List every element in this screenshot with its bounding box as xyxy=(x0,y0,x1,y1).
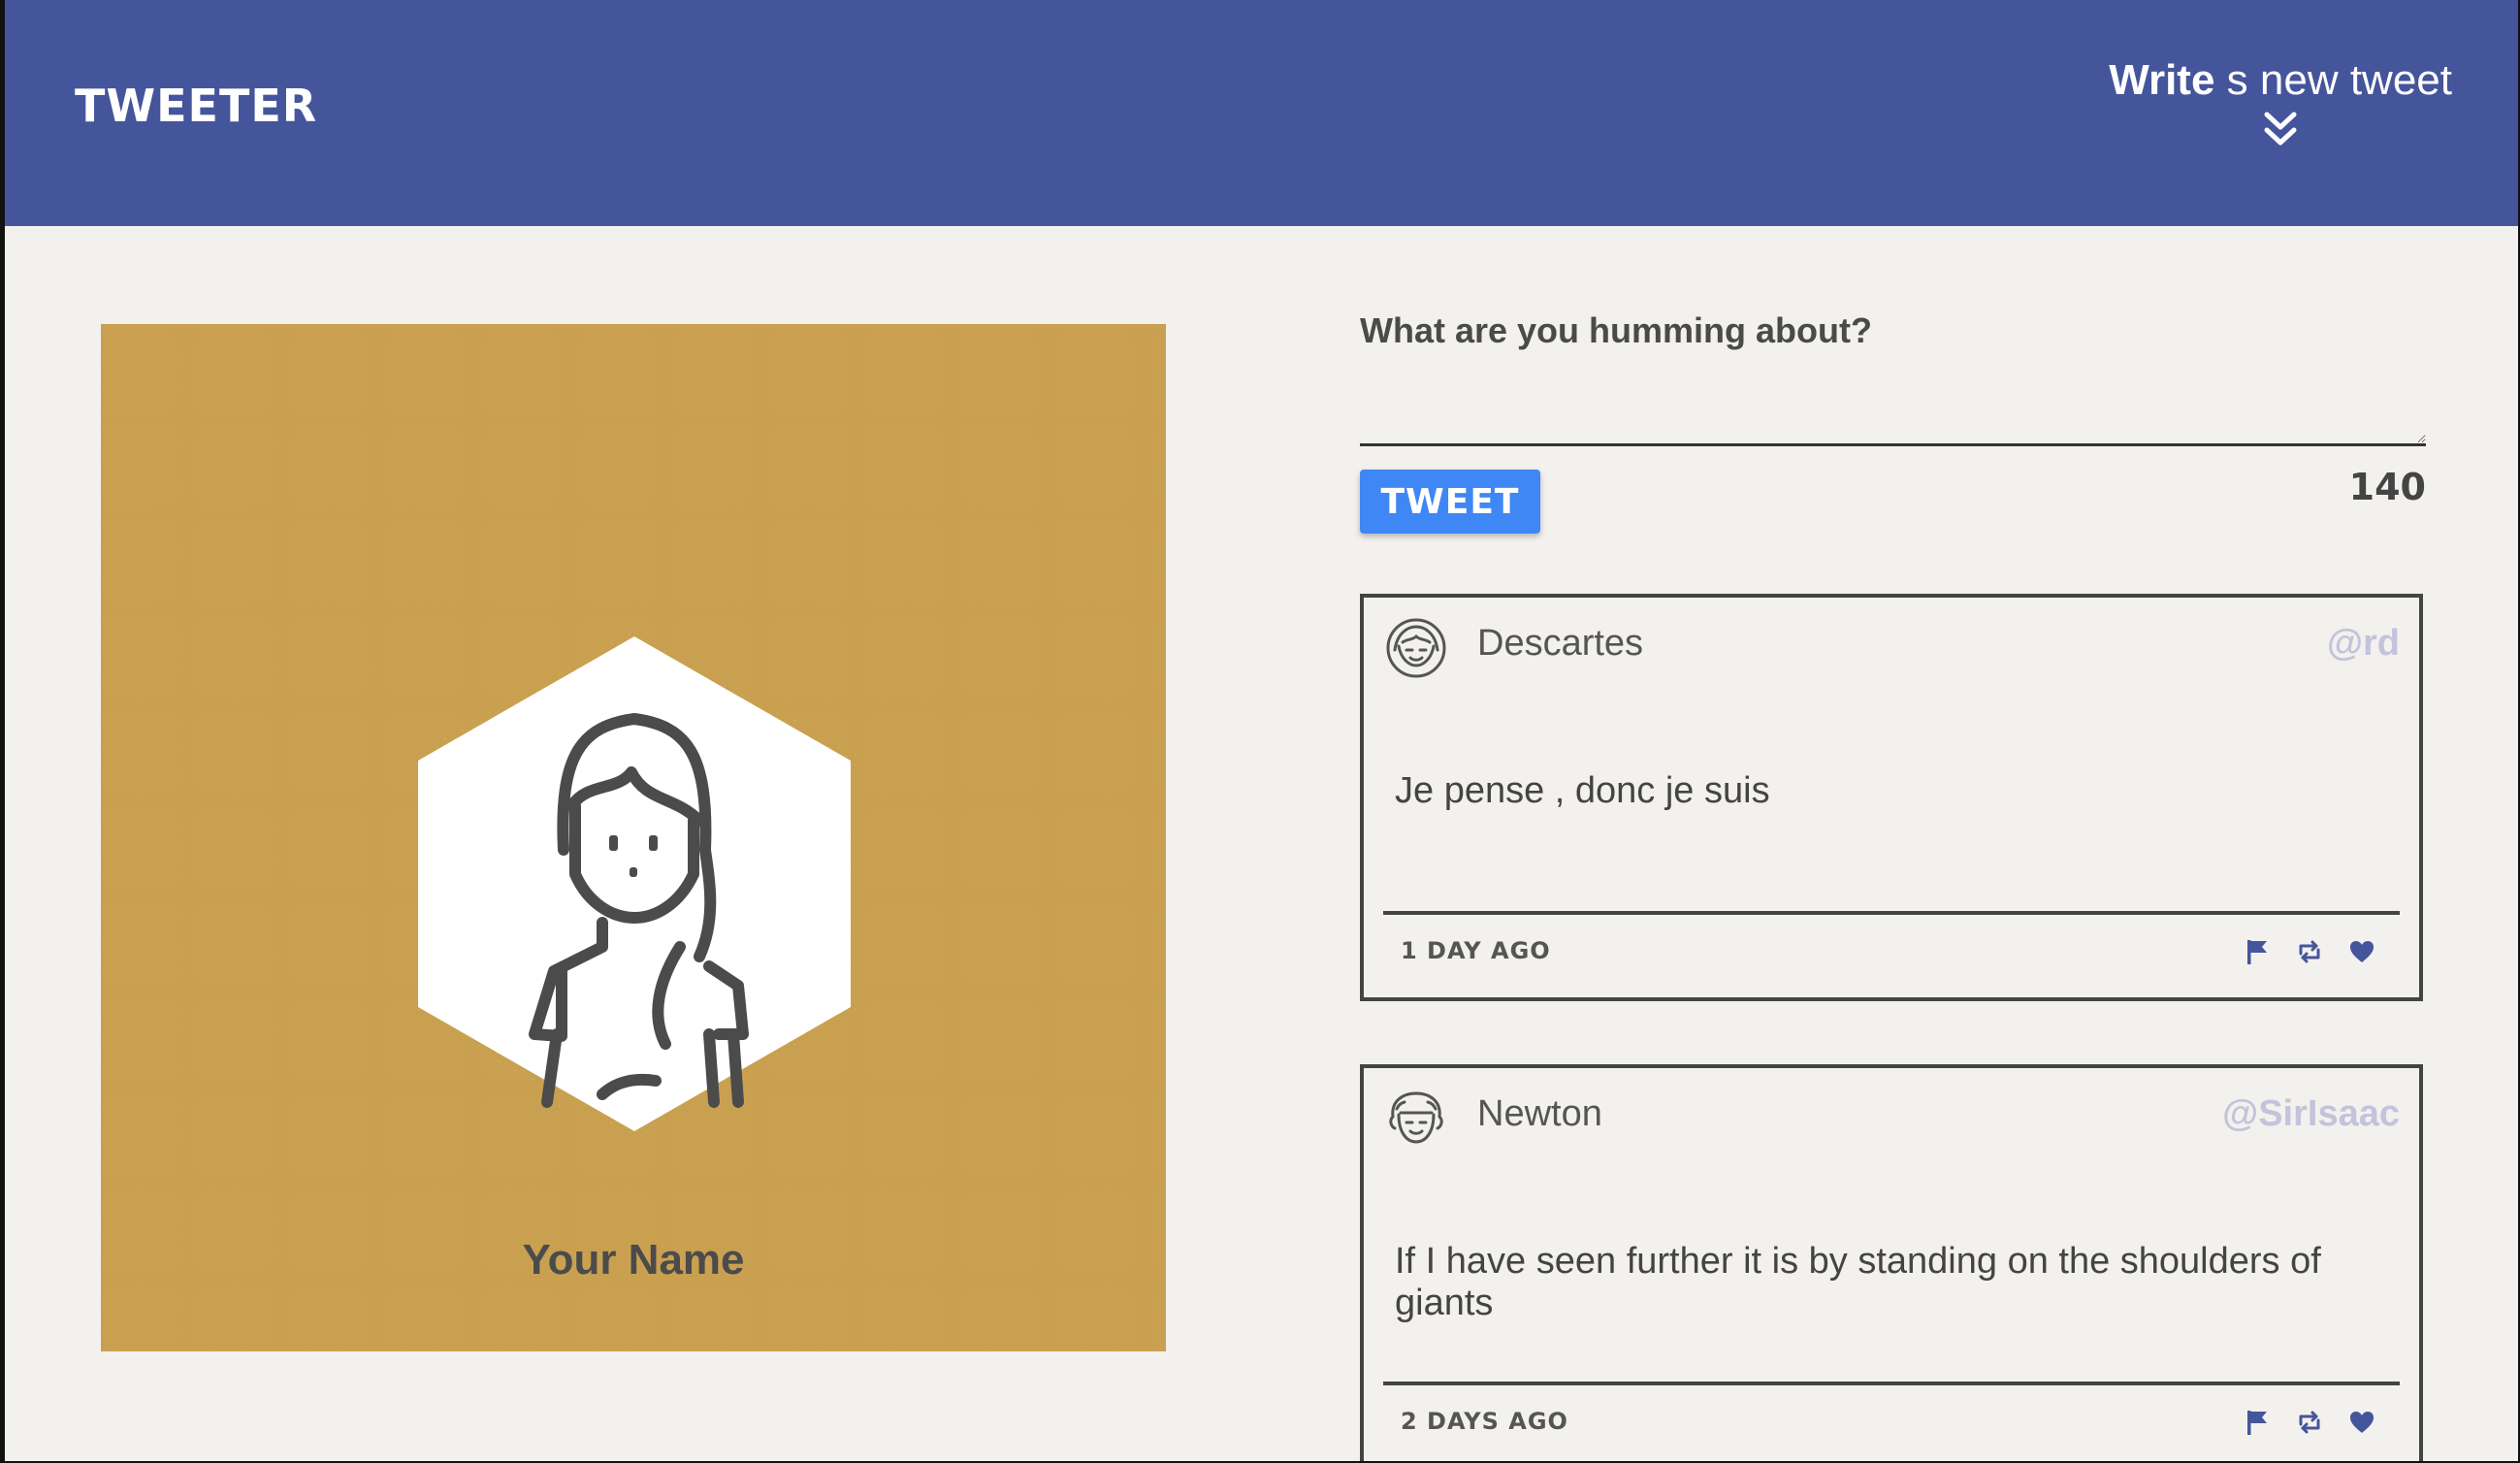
newton-avatar-icon xyxy=(1389,1091,1443,1144)
descartes-avatar-icon xyxy=(1386,618,1446,678)
tweet-divider xyxy=(1383,1382,2400,1385)
tweet-card: Newton @SirIsaac If I have seen further … xyxy=(1360,1064,2423,1461)
profile-card: Your Name xyxy=(101,324,1166,1351)
tweet-author-name: Descartes xyxy=(1477,623,1644,664)
tweet-actions xyxy=(2243,937,2376,966)
heart-icon[interactable] xyxy=(2347,937,2376,966)
flag-icon[interactable] xyxy=(2243,1408,2272,1437)
tweet-author-handle[interactable]: @SirIsaac xyxy=(2222,1093,2400,1135)
flag-icon[interactable] xyxy=(2243,937,2272,966)
tweet-author-handle[interactable]: @rd xyxy=(2327,623,2400,665)
heart-icon[interactable] xyxy=(2347,1408,2376,1437)
tweet-card: Descartes @rd Je pense , donc je suis 1 … xyxy=(1360,594,2423,1001)
char-counter: 140 xyxy=(2348,466,2426,508)
app-frame: TWEETER Write s new tweet Your Name What… xyxy=(5,0,2518,1461)
tweet-text: If I have seen further it is by standing… xyxy=(1395,1241,2321,1323)
tweet-composer: What are you humming about? TWEET 140 xyxy=(1360,310,2426,534)
navbar: TWEETER Write s new tweet xyxy=(5,0,2518,226)
profile-name: Your Name xyxy=(522,1236,745,1284)
tweet-timestamp: 2 days ago xyxy=(1401,1408,1568,1435)
brand-logo[interactable]: TWEETER xyxy=(75,80,317,132)
tweet-input[interactable] xyxy=(1360,369,2426,446)
tweet-button[interactable]: TWEET xyxy=(1360,470,1540,534)
tweet-author-name: Newton xyxy=(1477,1093,1602,1134)
tweet-timestamp: 1 day ago xyxy=(1401,937,1551,964)
user-hexagon-avatar xyxy=(418,636,851,1131)
tweet-actions xyxy=(2243,1408,2376,1437)
chevrons-down-icon xyxy=(2264,112,2297,146)
compose-toggle[interactable]: Write s new tweet xyxy=(2109,56,2452,149)
compose-toggle-rest: s new tweet xyxy=(2214,56,2452,104)
compose-toggle-text: Write s new tweet xyxy=(2109,56,2452,105)
composer-label: What are you humming about? xyxy=(1360,310,1872,350)
retweet-icon[interactable] xyxy=(2295,937,2324,966)
compose-toggle-bold: Write xyxy=(2109,56,2215,104)
tweet-divider xyxy=(1383,911,2400,915)
tweet-text: Je pense , donc je suis xyxy=(1395,770,1770,811)
retweet-icon[interactable] xyxy=(2295,1408,2324,1437)
